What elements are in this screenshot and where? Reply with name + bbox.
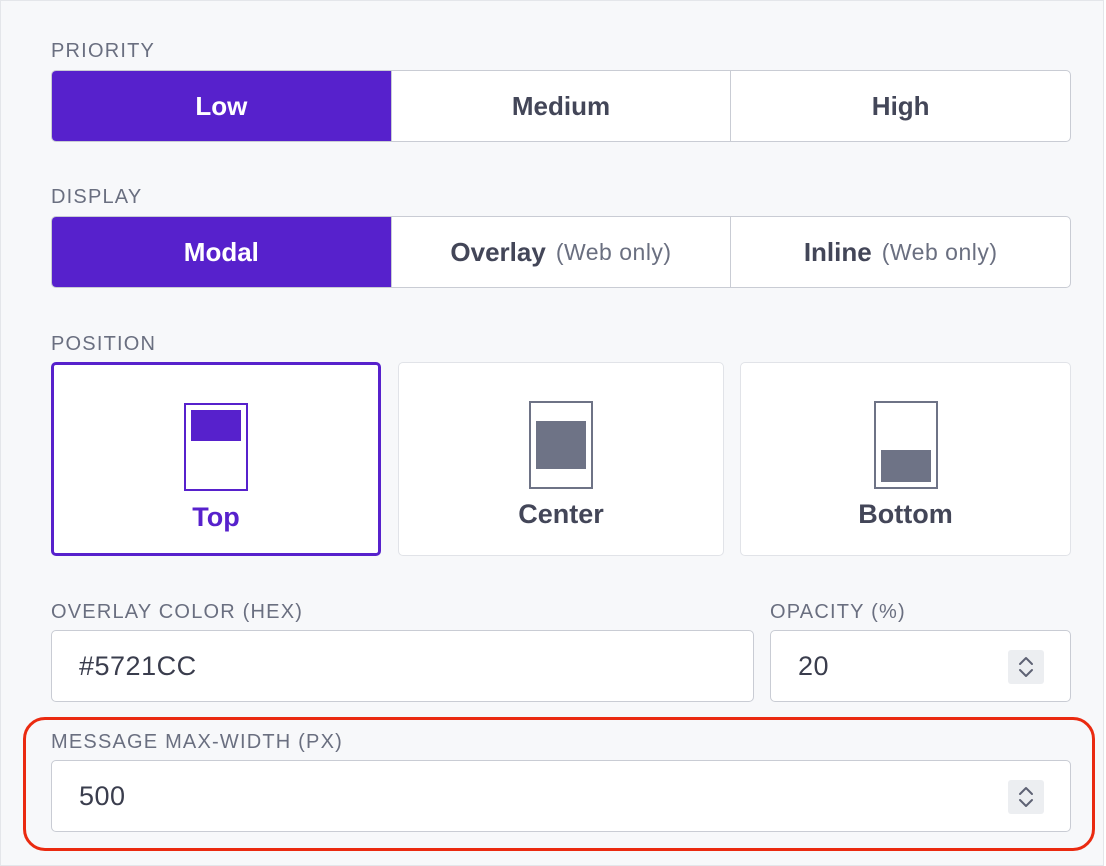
position-top-label: Top: [192, 502, 240, 532]
overlay-color-input[interactable]: #5721CC: [51, 630, 754, 702]
priority-medium-label: Medium: [511, 90, 611, 121]
display-overlay-note: (Web only): [555, 238, 672, 265]
position-bottom-label: Bottom: [858, 499, 953, 529]
display-inline-label: Inline: [803, 236, 872, 267]
display-modal-label: Modal: [183, 236, 259, 267]
position-top-icon: [184, 403, 248, 491]
position-bottom-icon: [873, 401, 938, 489]
priority-high-button[interactable]: High: [730, 71, 1070, 141]
display-label: DISPLAY: [51, 186, 143, 208]
priority-low-label: Low: [195, 90, 248, 121]
overlay-color-value: #5721CC: [79, 651, 197, 681]
opacity-value: 20: [798, 651, 830, 681]
stepper-chevrons-icon: [1019, 657, 1033, 677]
highlight-outline: [23, 717, 1095, 851]
opacity-input[interactable]: 20: [770, 630, 1071, 702]
overlay-color-label: OVERLAY COLOR (HEX): [51, 601, 304, 623]
display-inline-button[interactable]: Inline (Web only): [730, 217, 1070, 287]
display-overlay-label: Overlay: [450, 236, 546, 267]
position-center-icon: [529, 401, 593, 489]
settings-panel: PRIORITY Low Medium High DISPLAY Modal O…: [0, 0, 1104, 866]
position-label: POSITION: [51, 333, 157, 355]
display-modal-button[interactable]: Modal: [52, 217, 391, 287]
opacity-stepper[interactable]: [1008, 650, 1044, 684]
position-center-card[interactable]: Center: [398, 362, 724, 556]
position-bottom-card[interactable]: Bottom: [740, 362, 1071, 556]
opacity-label: OPACITY (%): [770, 601, 906, 623]
position-top-card[interactable]: Top: [51, 362, 381, 556]
display-overlay-button[interactable]: Overlay (Web only): [390, 217, 731, 287]
priority-high-label: High: [871, 90, 930, 121]
priority-medium-button[interactable]: Medium: [390, 71, 731, 141]
priority-low-button[interactable]: Low: [52, 71, 391, 141]
display-inline-note: (Web only): [881, 238, 998, 265]
priority-segmented-control: Low Medium High: [51, 70, 1071, 142]
position-center-label: Center: [518, 499, 604, 529]
priority-label: PRIORITY: [51, 40, 156, 62]
display-segmented-control: Modal Overlay (Web only) Inline (Web onl…: [51, 216, 1071, 288]
